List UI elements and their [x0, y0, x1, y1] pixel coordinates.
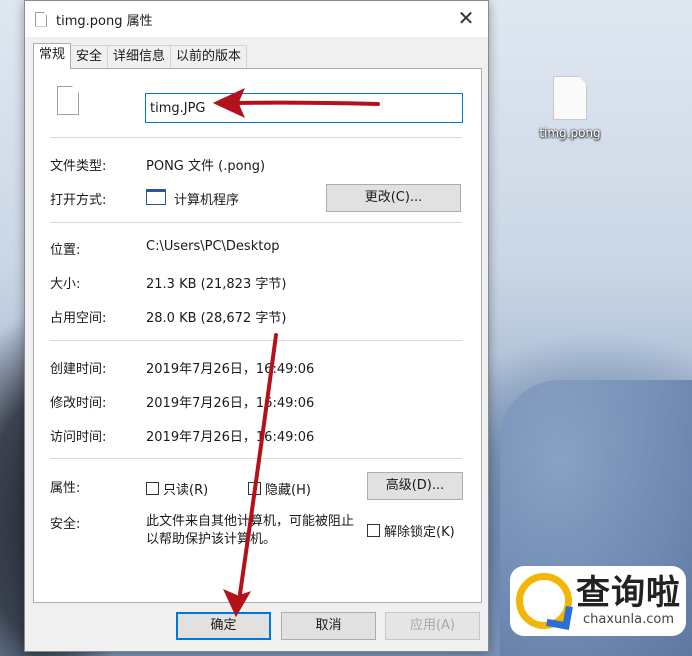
disk-size-label: 占用空间:: [50, 311, 107, 326]
unblock-checkbox[interactable]: 解除锁定(K): [367, 521, 455, 540]
divider: [50, 458, 462, 459]
accessed-label: 访问时间:: [50, 430, 107, 445]
watermark-text: 查询啦 chaxunla.com: [576, 574, 681, 628]
cancel-button[interactable]: 取消: [281, 612, 376, 640]
modified-value: 2019年7月26日，16:49:06: [146, 396, 315, 411]
readonly-label: 只读(R): [163, 483, 209, 498]
tab-security[interactable]: 安全: [70, 45, 109, 69]
created-label: 创建时间:: [50, 362, 107, 377]
file-type-value: PONG 文件 (.pong): [146, 159, 266, 174]
hidden-checkbox[interactable]: 隐藏(H): [248, 479, 311, 498]
ok-button[interactable]: 确定: [176, 612, 271, 640]
accessed-value: 2019年7月26日，16:49:06: [146, 430, 315, 445]
close-icon: ✕: [457, 6, 475, 30]
site-watermark: 查询啦 chaxunla.com: [510, 566, 686, 636]
apply-button[interactable]: 应用(A): [385, 612, 480, 640]
magnifier-logo-icon: [516, 573, 572, 629]
hidden-label: 隐藏(H): [265, 483, 311, 498]
properties-dialog: timg.pong 属性 ✕ 常规 安全 详细信息 以前的版本 文件类型: PO…: [24, 0, 489, 652]
file-icon: [553, 76, 587, 120]
created-value: 2019年7月26日，16:49:06: [146, 362, 315, 377]
desktop-file-icon[interactable]: timg.pong: [530, 76, 610, 140]
tab-bar: 常规 安全 详细信息 以前的版本: [33, 43, 248, 69]
disk-size-value: 28.0 KB (28,672 字节): [146, 311, 287, 326]
location-label: 位置:: [50, 243, 81, 258]
title-bar[interactable]: timg.pong 属性 ✕: [25, 1, 488, 37]
general-panel: 文件类型: PONG 文件 (.pong) 打开方式: 计算机程序 更改(C).…: [33, 68, 482, 603]
size-label: 大小:: [50, 277, 81, 292]
change-button[interactable]: 更改(C)...: [326, 184, 461, 212]
attributes-label: 属性:: [50, 481, 81, 496]
checkbox-box: [146, 482, 159, 495]
divider: [50, 340, 462, 341]
watermark-cn: 查询啦: [576, 573, 681, 613]
tab-previous-versions[interactable]: 以前的版本: [170, 45, 248, 69]
checkbox-box: [367, 524, 380, 537]
size-value: 21.3 KB (21,823 字节): [146, 277, 287, 292]
tab-general[interactable]: 常规: [33, 43, 72, 69]
divider: [50, 222, 462, 223]
open-with-label: 打开方式:: [50, 193, 107, 208]
readonly-checkbox[interactable]: 只读(R): [146, 479, 208, 498]
security-text-line: 以帮助保护该计算机。: [146, 532, 277, 547]
program-window-icon: [146, 189, 166, 205]
advanced-button[interactable]: 高级(D)...: [367, 472, 463, 500]
open-with-value: 计算机程序: [174, 193, 240, 208]
watermark-en: chaxunla.com: [583, 612, 674, 627]
dialog-title: timg.pong 属性: [56, 13, 153, 29]
location-value: C:\Users\PC\Desktop: [146, 239, 280, 254]
modified-label: 修改时间:: [50, 396, 107, 411]
file-name-input[interactable]: [145, 93, 463, 123]
checkbox-box: [248, 482, 261, 495]
file-icon: [35, 11, 47, 27]
close-button[interactable]: ✕: [452, 7, 480, 31]
security-text-line: 此文件来自其他计算机，可能被阻止: [146, 514, 355, 529]
security-label: 安全:: [50, 517, 81, 532]
desktop-file-label: timg.pong: [539, 126, 601, 140]
divider: [50, 137, 462, 138]
file-type-label: 文件类型:: [50, 159, 107, 174]
security-message: 此文件来自其他计算机，可能被阻止 以帮助保护该计算机。: [146, 513, 354, 549]
file-icon: [57, 86, 79, 115]
unblock-label: 解除锁定(K): [384, 525, 455, 540]
tab-details[interactable]: 详细信息: [107, 45, 172, 69]
